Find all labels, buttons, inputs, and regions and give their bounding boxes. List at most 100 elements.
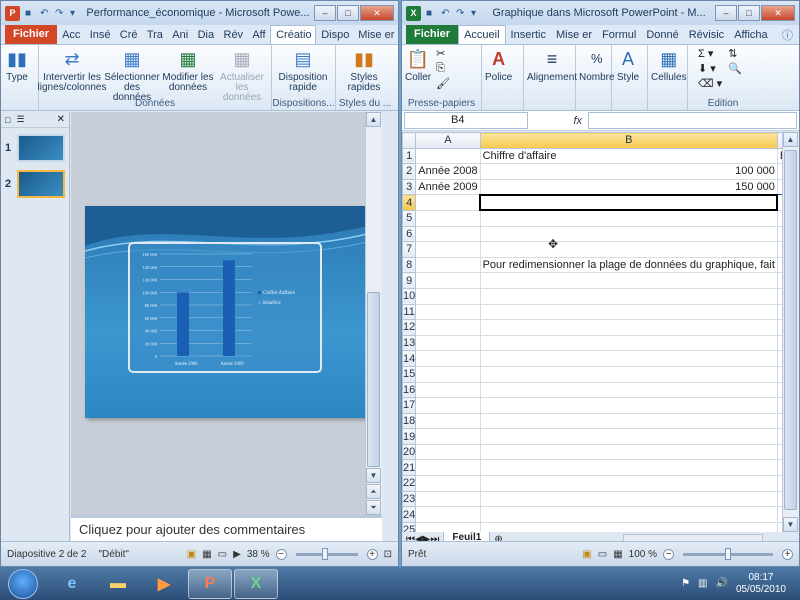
select-all-corner[interactable] (402, 132, 417, 149)
cell-a2[interactable]: Année 2008 (415, 163, 481, 180)
row-header[interactable]: 1 (402, 147, 417, 165)
redo-icon[interactable]: ↷ (55, 8, 66, 19)
tab-file[interactable]: Fichier (5, 25, 58, 44)
undo-icon[interactable]: ↶ (40, 8, 51, 19)
tab-review[interactable]: Rév (219, 26, 248, 44)
cell-a1[interactable] (415, 147, 481, 165)
row-header[interactable]: 8 (402, 256, 417, 274)
cell-a24[interactable] (415, 506, 481, 523)
slide-sorter-icon[interactable]: ▦ (202, 549, 211, 560)
network-icon[interactable]: ▥ (698, 578, 707, 589)
cell-b23[interactable] (479, 490, 778, 508)
zoom-level[interactable]: 38 % (247, 549, 270, 560)
undo-icon[interactable]: ↶ (441, 8, 452, 19)
find-select-icon[interactable]: 🔍 (728, 62, 742, 75)
powerpoint-taskbar-icon[interactable]: P (188, 568, 232, 599)
cell-a12[interactable] (415, 319, 481, 336)
scroll-thumb[interactable] (367, 292, 380, 467)
row-header[interactable]: 24 (402, 506, 417, 523)
cell-a16[interactable] (415, 381, 481, 399)
file-explorer-icon[interactable]: ▬ (96, 569, 140, 599)
cell-b3[interactable]: 150 000 (479, 178, 778, 196)
cell-a21[interactable] (415, 459, 481, 477)
row-header[interactable]: 9 (402, 272, 417, 289)
autosum-icon[interactable]: Σ ▾ (698, 47, 722, 60)
cell-b15[interactable] (479, 365, 778, 383)
cell-a3[interactable]: Année 2009 (415, 178, 481, 196)
row-header[interactable]: 15 (402, 365, 417, 383)
row-header[interactable]: 6 (402, 225, 417, 243)
cell-b20[interactable] (479, 443, 778, 461)
page-layout-icon[interactable]: ▭ (598, 549, 607, 560)
row-header[interactable]: 23 (402, 490, 417, 508)
change-chart-type-button[interactable]: ▮▮ Type (4, 47, 30, 110)
chart-object[interactable]: 0 20 000 40 000 60 000 80 000 100 000 120 000 1… (128, 242, 322, 373)
scroll-up-button[interactable]: ▲ (366, 112, 381, 127)
cells-button[interactable]: ▦ Cellules (651, 47, 687, 110)
row-header[interactable]: 12 (402, 319, 417, 336)
notes-pane[interactable]: Cliquez pour ajouter des commentaires (71, 515, 382, 543)
style-button[interactable]: A Style (615, 47, 641, 110)
cell-a6[interactable] (415, 225, 481, 243)
column-header-b[interactable]: B (479, 132, 778, 149)
cell-a22[interactable] (415, 475, 481, 492)
spreadsheet-grid[interactable]: ABCDE 1Chiffre d'affaireBénéfice2Année 2… (402, 132, 783, 532)
slide-canvas[interactable]: 0 20 000 40 000 60 000 80 000 100 000 120 000 1… (85, 206, 367, 418)
row-header[interactable]: 5 (402, 209, 417, 227)
row-header[interactable]: 22 (402, 475, 417, 492)
cell-a18[interactable] (415, 412, 481, 430)
cell-b22[interactable] (479, 475, 778, 492)
previous-slide-button[interactable]: ⏶ (366, 484, 381, 499)
close-pane-icon[interactable]: ✕ (57, 114, 65, 125)
cell-b11[interactable] (479, 303, 778, 321)
tab-view[interactable]: Aff (247, 26, 270, 44)
normal-view-icon[interactable]: ▣ (582, 549, 591, 560)
name-box[interactable]: B4 (404, 112, 528, 129)
scroll-up-button[interactable]: ▲ (783, 132, 798, 147)
row-header[interactable]: 25 (402, 521, 417, 532)
minimize-button[interactable]: – (715, 5, 737, 21)
zoom-slider[interactable] (295, 547, 358, 560)
tab-slideshow[interactable]: Dia (193, 26, 219, 44)
cell-a25[interactable] (415, 521, 481, 532)
cell-b12[interactable] (479, 319, 778, 336)
vertical-scrollbar[interactable]: ▲ ▼ ⏶ ⏷ (365, 112, 382, 515)
slide-thumbnail-1[interactable]: 1 (5, 134, 69, 162)
maximize-button[interactable]: □ (337, 5, 359, 21)
volume-icon[interactable]: 🔊 (715, 578, 727, 589)
row-header[interactable]: 7 (402, 241, 417, 258)
vertical-scrollbar[interactable]: ▲ ▼ (782, 132, 799, 532)
tab-page-layout[interactable]: Mise er (551, 26, 597, 44)
row-header[interactable]: 19 (402, 428, 417, 445)
help-icon[interactable]: ⓘ (782, 27, 793, 43)
clock[interactable]: 08:17 05/05/2010 (736, 572, 786, 596)
copy-icon[interactable]: ⎘ (436, 62, 450, 75)
font-button[interactable]: A Police (485, 47, 512, 110)
row-header[interactable]: 21 (402, 459, 417, 477)
cell-b1[interactable]: Chiffre d'affaire (479, 147, 778, 165)
zoom-level[interactable]: 100 % (629, 549, 657, 560)
cell-a17[interactable] (415, 397, 481, 414)
close-button[interactable]: ✕ (761, 5, 795, 21)
normal-view-icon[interactable]: ▣ (187, 549, 196, 560)
cell-a23[interactable] (415, 490, 481, 508)
fit-to-window-icon[interactable]: ⊡ (384, 549, 392, 560)
row-header[interactable]: 3 (402, 178, 417, 196)
cell-a10[interactable] (415, 287, 481, 305)
cell-b24[interactable] (479, 506, 778, 523)
powerpoint-app-icon[interactable]: P (5, 5, 20, 21)
tab-design[interactable]: Cré (115, 26, 142, 44)
maximize-button[interactable]: □ (738, 5, 760, 21)
cell-b8[interactable]: Pour redimensionner la plage de données … (479, 256, 778, 274)
scroll-down-button[interactable]: ▼ (783, 517, 798, 532)
cell-a11[interactable] (415, 303, 481, 321)
save-icon[interactable]: ■ (25, 8, 36, 19)
tab-review[interactable]: Révisic (684, 26, 729, 44)
customize-qat-icon[interactable]: ▾ (471, 8, 482, 19)
cell-a13[interactable] (415, 334, 481, 352)
slideshow-icon[interactable]: ▶ (233, 549, 241, 560)
row-header[interactable]: 14 (402, 350, 417, 367)
cell-a20[interactable] (415, 443, 481, 461)
next-slide-button[interactable]: ⏷ (366, 500, 381, 515)
tab-chart-format[interactable]: Mise er (353, 26, 398, 44)
